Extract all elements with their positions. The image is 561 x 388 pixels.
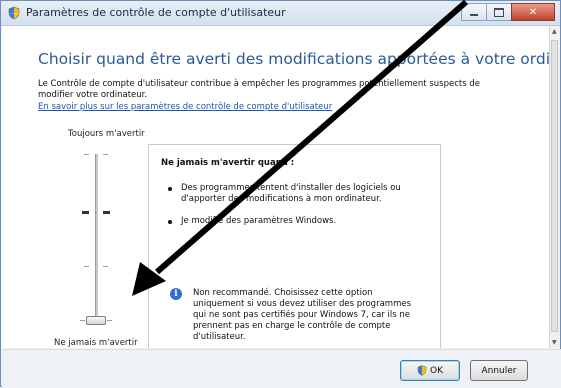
content-area: Choisir quand être averti des modificati… <box>2 26 550 348</box>
close-icon: ✕ <box>528 6 538 18</box>
ok-button[interactable]: OK <box>400 360 460 381</box>
slider-tick <box>82 211 89 214</box>
close-button[interactable]: ✕ <box>511 3 555 21</box>
slider-tick <box>80 320 85 321</box>
scroll-down-icon[interactable]: ▼ <box>552 339 557 346</box>
slider-tick <box>103 154 108 155</box>
slider-tick <box>103 211 110 214</box>
cancel-button[interactable]: Annuler <box>470 360 528 381</box>
slider-top-label: Toujours m'avertir <box>68 129 145 139</box>
minimize-icon <box>470 13 478 16</box>
list-item: Des programmes tentent d'installer des l… <box>167 183 429 205</box>
slider-tick <box>84 266 89 267</box>
uac-shield-icon <box>8 6 20 20</box>
learn-more-link[interactable]: En savoir plus sur les paramètres de con… <box>38 102 332 112</box>
scroll-thumb[interactable] <box>551 40 558 332</box>
setting-title: Ne jamais m'avertir quand : <box>161 158 295 168</box>
description-text: Le Contrôle de compte d'utilisateur cont… <box>38 79 480 100</box>
uac-settings-window: Paramètres de contrôle de compte d'utili… <box>0 0 561 388</box>
ok-label: OK <box>430 365 443 376</box>
uac-shield-icon <box>417 365 427 376</box>
info-icon: i <box>170 288 182 300</box>
setting-conditions-list: Des programmes tentent d'installer des l… <box>167 183 429 238</box>
slider-tick <box>107 320 112 321</box>
slider-track[interactable] <box>95 154 98 324</box>
slider-tick <box>103 266 108 267</box>
window-title: Paramètres de contrôle de compte d'utili… <box>26 6 286 19</box>
setting-description-panel: Ne jamais m'avertir quand : Des programm… <box>148 144 441 348</box>
window-controls: ✕ <box>461 3 555 21</box>
maximize-icon <box>494 7 504 17</box>
page-heading: Choisir quand être averti des modificati… <box>38 50 550 68</box>
vertical-scrollbar[interactable]: ▲ ▼ <box>549 26 560 348</box>
slider-bottom-label: Ne jamais m'avertir <box>54 338 138 348</box>
minimize-button[interactable] <box>461 3 487 21</box>
maximize-button[interactable] <box>486 3 512 21</box>
warning-note: Non recommandé. Choisissez cette option … <box>193 288 412 342</box>
list-item: Je modifie des paramètres Windows. <box>167 216 429 227</box>
cancel-label: Annuler <box>481 365 517 376</box>
slider-tick <box>84 154 89 155</box>
title-bar[interactable]: Paramètres de contrôle de compte d'utili… <box>1 1 560 26</box>
button-bar: OK Annuler <box>2 349 561 388</box>
scroll-up-icon[interactable]: ▲ <box>552 28 557 35</box>
slider-thumb[interactable] <box>86 316 106 325</box>
